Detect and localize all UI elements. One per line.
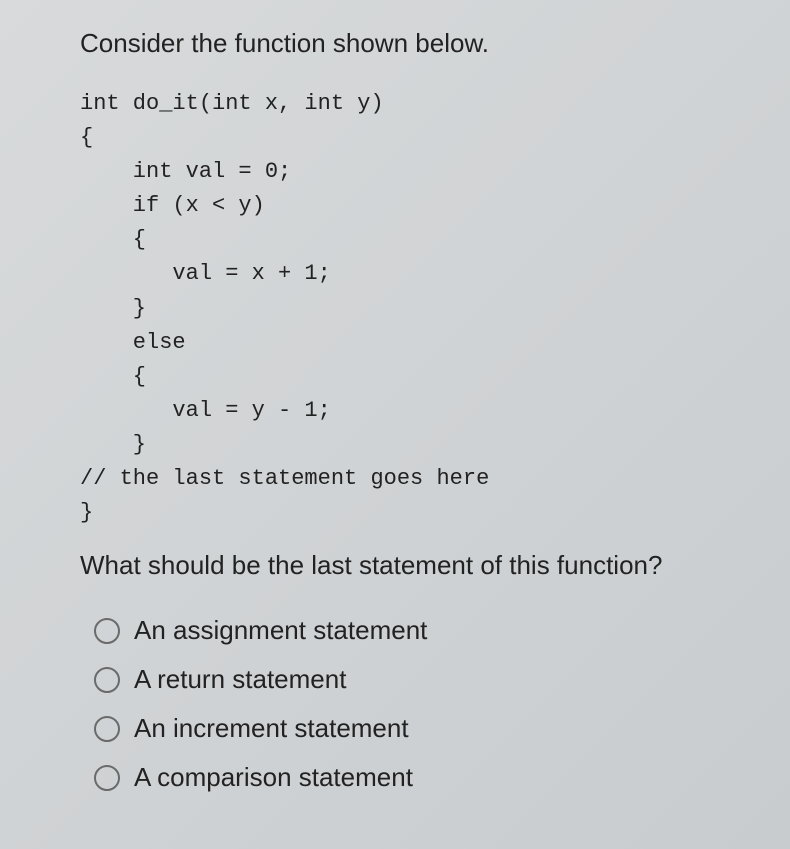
- radio-icon: [94, 667, 120, 693]
- option-label: An assignment statement: [134, 615, 427, 646]
- option-label: A comparison statement: [134, 762, 413, 793]
- question-text: What should be the last statement of thi…: [80, 550, 750, 581]
- option-1[interactable]: An assignment statement: [94, 615, 750, 646]
- quiz-page: Consider the function shown below. int d…: [0, 0, 790, 813]
- radio-icon: [94, 765, 120, 791]
- radio-icon: [94, 618, 120, 644]
- intro-text: Consider the function shown below.: [80, 28, 750, 59]
- code-block: int do_it(int x, int y) { int val = 0; i…: [80, 87, 750, 530]
- radio-icon: [94, 716, 120, 742]
- option-2[interactable]: A return statement: [94, 664, 750, 695]
- option-label: An increment statement: [134, 713, 409, 744]
- option-label: A return statement: [134, 664, 346, 695]
- option-4[interactable]: A comparison statement: [94, 762, 750, 793]
- option-3[interactable]: An increment statement: [94, 713, 750, 744]
- options-group: An assignment statement A return stateme…: [80, 615, 750, 793]
